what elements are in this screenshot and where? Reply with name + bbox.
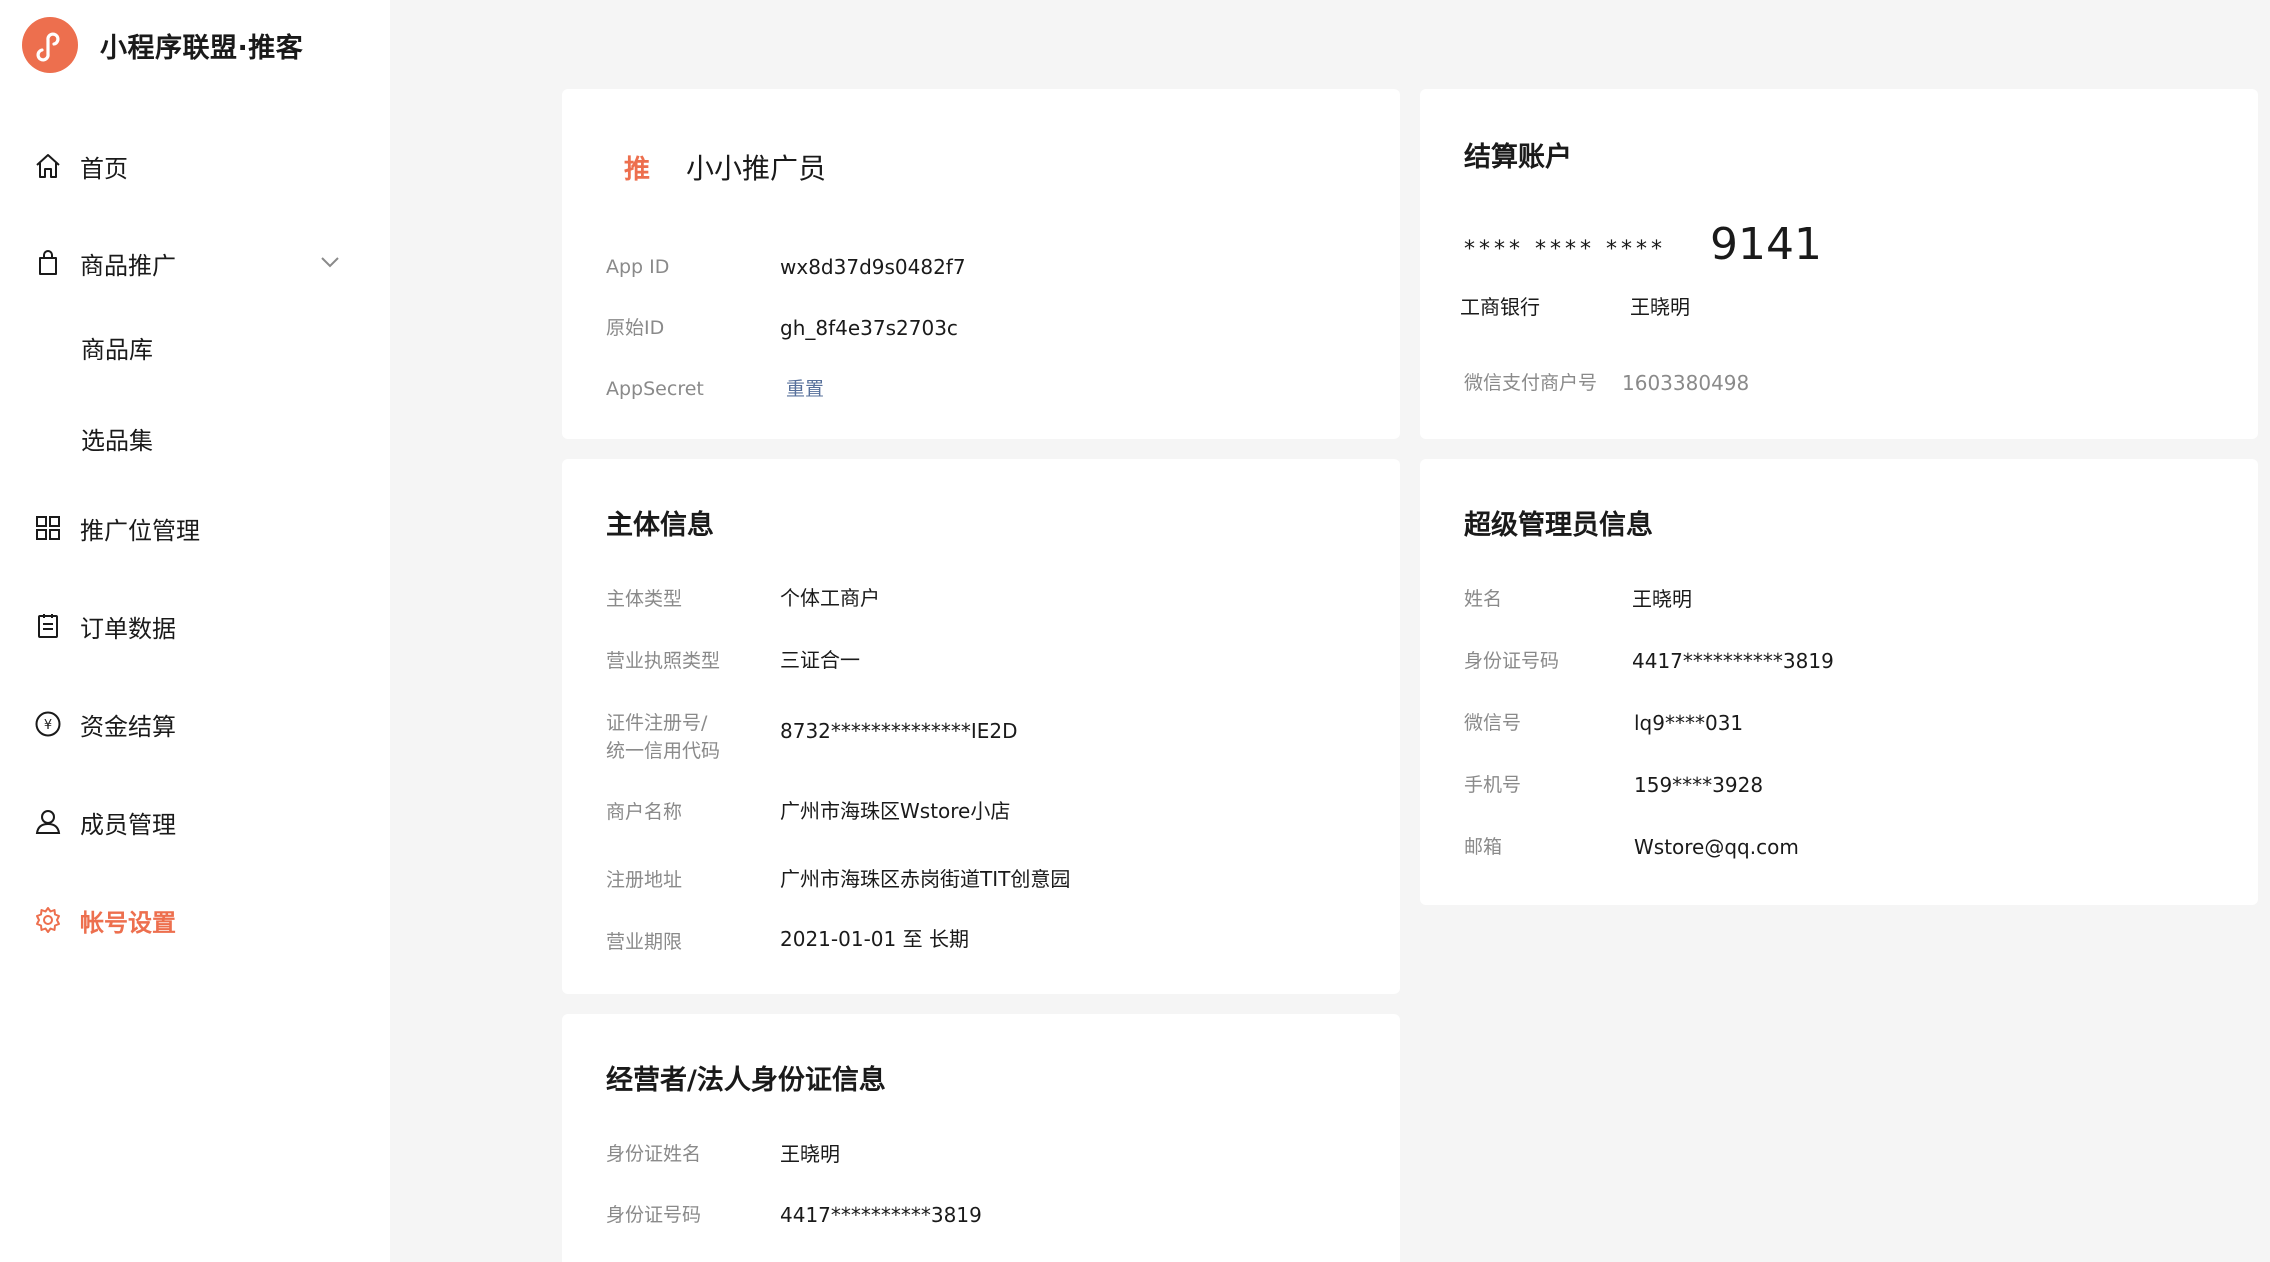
wechat-id-value: lq9****031 — [1634, 711, 1744, 735]
home-icon — [32, 150, 64, 182]
entity-card-title: 主体信息 — [606, 510, 714, 541]
reset-appsecret-link[interactable]: 重置 — [786, 375, 824, 403]
sidebar-item-home[interactable]: 首页 — [32, 144, 128, 188]
app-id-label: App ID — [606, 256, 670, 278]
email-value: Wstore@qq.com — [1634, 835, 1799, 859]
merchant-id-value: 1603380498 — [1622, 371, 1750, 395]
gear-icon — [32, 904, 64, 936]
shopping-bag-icon — [32, 247, 64, 279]
grid-icon — [32, 512, 64, 544]
admin-card-title: 超级管理员信息 — [1464, 510, 1653, 541]
sidebar-item-account-settings[interactable]: 帐号设置 — [32, 898, 176, 942]
app-title: 小程序联盟·推客 — [100, 32, 304, 64]
original-id-label: 原始ID — [606, 317, 665, 339]
id-number-value: 4417**********3819 — [780, 1203, 982, 1227]
super-admin-card: 超级管理员信息 姓名 王晓明 身份证号码 4417**********3819 … — [1420, 459, 2258, 905]
admin-id-number-value: 4417**********3819 — [1632, 649, 1834, 673]
merchant-name-label: 商户名称 — [606, 801, 683, 823]
sidebar-item-label: 推广位管理 — [80, 516, 200, 545]
sidebar-item-label: 订单数据 — [80, 614, 176, 643]
original-id-value: gh_8f4e37s2703c — [780, 316, 958, 340]
user-icon — [32, 806, 64, 838]
phone-value: 159****3928 — [1634, 773, 1764, 797]
sidebar-item-member-management[interactable]: 成员管理 — [32, 800, 176, 844]
phone-label: 手机号 — [1464, 774, 1522, 796]
promoter-badge: 推 — [624, 155, 651, 185]
svg-text:¥: ¥ — [44, 718, 52, 733]
settlement-account-card: 结算账户 **** **** **** 9141 工商银行 王晓明 微信支付商户… — [1420, 89, 2258, 439]
promoter-name: 小小推广员 — [686, 152, 827, 185]
merchant-name-value: 广州市海珠区Wstore小店 — [780, 799, 1011, 823]
registration-number-value: 8732**************IE2D — [780, 719, 1018, 743]
registration-number-label-line1: 证件注册号/ — [606, 712, 708, 734]
wechat-id-label: 微信号 — [1464, 712, 1522, 734]
sidebar-item-label: 商品推广 — [80, 251, 176, 280]
business-term-value: 2021-01-01 至 长期 — [780, 927, 969, 951]
settlement-card-title: 结算账户 — [1464, 142, 1572, 173]
masked-card-number: **** **** **** — [1464, 237, 1666, 262]
chevron-down-icon[interactable] — [318, 250, 342, 274]
id-name-value: 王晓明 — [780, 1142, 840, 1166]
registered-address-label: 注册地址 — [606, 869, 683, 891]
sidebar-item-label: 成员管理 — [80, 810, 176, 839]
entity-type-value: 个体工商户 — [780, 586, 880, 610]
card-last-four: 9141 — [1710, 219, 1822, 270]
email-label: 邮箱 — [1464, 836, 1503, 858]
sidebar-item-fund-settlement[interactable]: ¥ 资金结算 — [32, 702, 176, 746]
admin-name-label: 姓名 — [1464, 588, 1503, 610]
app-id-value: wx8d37d9s0482f7 — [780, 255, 966, 279]
sidebar-item-label: 首页 — [80, 154, 128, 183]
sidebar: 小程序联盟·推客 首页 商品推广 商品库 选品集 推广位管理 订单数据 ¥ 资金… — [0, 0, 390, 1262]
id-name-label: 身份证姓名 — [606, 1143, 702, 1165]
sidebar-item-ad-slot-management[interactable]: 推广位管理 — [32, 506, 200, 550]
mini-program-logo-icon — [22, 17, 78, 73]
license-type-value: 三证合一 — [780, 648, 860, 672]
promoter-account-card: 推 小小推广员 App ID wx8d37d9s0482f7 原始ID gh_8… — [562, 89, 1400, 439]
registration-number-label-line2: 统一信用代码 — [606, 740, 721, 762]
business-term-label: 营业期限 — [606, 931, 683, 953]
sidebar-subitem-product-library[interactable]: 商品库 — [81, 327, 153, 367]
legal-person-id-card: 经营者/法人身份证信息 身份证姓名 王晓明 身份证号码 4417********… — [562, 1014, 1400, 1262]
clipboard-icon — [32, 610, 64, 642]
sidebar-item-product-promotion[interactable]: 商品推广 — [32, 241, 176, 285]
admin-id-number-label: 身份证号码 — [1464, 650, 1560, 672]
id-number-label: 身份证号码 — [606, 1204, 702, 1226]
legal-card-title: 经营者/法人身份证信息 — [606, 1065, 886, 1096]
appsecret-label: AppSecret — [606, 378, 704, 400]
sidebar-subitem-selection-set[interactable]: 选品集 — [81, 418, 153, 458]
license-type-label: 营业执照类型 — [606, 650, 721, 672]
entity-info-card: 主体信息 主体类型 个体工商户 营业执照类型 三证合一 证件注册号/ 统一信用代… — [562, 459, 1400, 994]
admin-name-value: 王晓明 — [1632, 587, 1692, 611]
account-holder: 王晓明 — [1630, 295, 1690, 319]
sidebar-item-label: 帐号设置 — [80, 908, 176, 937]
sidebar-item-order-data[interactable]: 订单数据 — [32, 604, 176, 648]
registered-address-value: 广州市海珠区赤岗街道TIT创意园 — [780, 867, 1071, 891]
yen-circle-icon: ¥ — [32, 708, 64, 740]
sidebar-item-label: 资金结算 — [80, 712, 176, 741]
entity-type-label: 主体类型 — [606, 588, 683, 610]
bank-name: 工商银行 — [1460, 295, 1540, 319]
brand: 小程序联盟·推客 — [22, 17, 303, 73]
merchant-id-label: 微信支付商户号 — [1464, 372, 1598, 394]
